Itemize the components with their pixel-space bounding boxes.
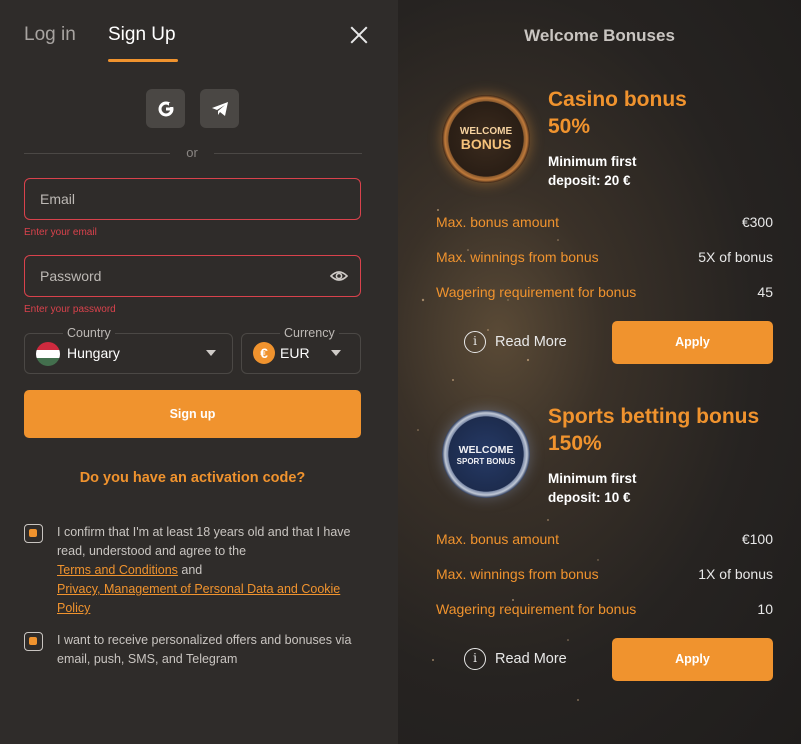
bonus-row: Wagering requirement for bonus 10 [436,601,773,617]
bonus-row-value: 10 [757,601,773,617]
bonus-row-value: 1X of bonus [698,566,773,582]
hungary-flag-icon [36,342,60,366]
casino-bonus-name: Casino bonus [548,88,687,111]
casino-bonus-title: Casino bonus 50% [548,86,687,140]
terms-link[interactable]: Terms and Conditions [57,563,178,577]
coin-text: WELCOME [458,444,514,456]
bonus-row: Max. winnings from bonus 1X of bonus [436,566,773,582]
sport-read-more-button[interactable]: i Read More [464,646,567,672]
offers-consent-checkbox[interactable] [24,632,43,651]
privacy-link[interactable]: Privacy, Management of Personal Data and… [57,582,340,615]
bonus-row-value: 45 [757,284,773,300]
bonus-row-label: Max. winnings from bonus [436,566,599,582]
bonus-row-value: 5X of bonus [698,249,773,265]
consent-and: and [181,563,203,577]
age-consent-label: I confirm that I'm at least 18 years old… [57,525,351,558]
bonus-row: Max. bonus amount €100 [436,531,773,547]
bonus-row-value: €100 [741,531,773,547]
telegram-icon [211,101,228,116]
google-login-button[interactable] [146,89,185,128]
telegram-login-button[interactable] [200,89,239,128]
tab-signup[interactable]: Sign Up [108,24,176,46]
bonuses-title: Welcome Bonuses [524,26,675,45]
sport-apply-button[interactable]: Apply [612,638,773,681]
bonus-row-value: €300 [741,214,773,230]
password-error: Enter your password [24,304,116,315]
casino-bonus-deposit: Minimum first deposit: 20 € [548,152,637,190]
password-field-wrapper [24,255,361,297]
read-more-label: Read More [495,651,567,667]
chevron-down-icon [206,350,216,356]
bonus-row-label: Max. bonus amount [436,531,559,547]
sport-bonus-title: Sports betting bonus 150% [548,403,759,457]
currency-select[interactable]: Currency € EUR [241,326,361,374]
signup-button[interactable]: Sign up [24,390,361,438]
auth-panel: Log in Sign Up or Enter your email Enter… [0,0,398,744]
bonus-row-label: Wagering requirement for bonus [436,601,637,617]
casino-apply-button[interactable]: Apply [612,321,773,364]
sport-bonus-name: Sports betting bonus [548,405,760,428]
euro-icon: € [253,342,275,364]
email-error: Enter your email [24,227,97,238]
offers-consent-text: I want to receive personalized offers an… [57,633,352,666]
casino-read-more-button[interactable]: i Read More [464,329,567,355]
bonus-row: Max. bonus amount €300 [436,214,773,230]
email-field-wrapper [24,178,361,220]
activation-code-link[interactable]: Do you have an activation code? [24,470,361,486]
password-input[interactable] [25,256,360,296]
divider-left [24,153,170,154]
currency-value: EUR [280,345,310,361]
deposit-line: deposit: 20 € [548,173,631,188]
close-icon[interactable] [347,23,371,47]
casino-bonus-percent: 50% [548,115,591,138]
country-value: Hungary [67,345,120,361]
bonus-row: Max. winnings from bonus 5X of bonus [436,249,773,265]
bonus-row-label: Max. bonus amount [436,214,559,230]
sport-bonus-deposit: Minimum first deposit: 10 € [548,469,637,507]
active-tab-indicator [108,59,178,62]
country-legend: Country [63,326,115,340]
coin-text: BONUS [460,136,512,152]
deposit-line: Minimum first [548,154,637,169]
bonus-row-label: Wagering requirement for bonus [436,284,637,300]
deposit-line: deposit: 10 € [548,490,631,505]
country-select[interactable]: Country Hungary [24,326,233,374]
google-icon [158,101,173,116]
bonus-row: Wagering requirement for bonus 45 [436,284,773,300]
sport-bonus-percent: 150% [548,432,602,455]
email-input[interactable] [25,179,360,219]
eye-icon[interactable] [330,268,348,284]
info-icon: i [464,331,486,353]
bonuses-panel: Welcome Bonuses WELCOME BONUS Casino bon… [398,0,801,744]
age-consent-text: I confirm that I'm at least 18 years old… [57,523,362,618]
sport-bonus-coin: WELCOME SPORT BONUS [442,410,530,498]
currency-legend: Currency [280,326,339,340]
deposit-line: Minimum first [548,471,637,486]
age-consent-checkbox[interactable] [24,524,43,543]
bonus-row-label: Max. winnings from bonus [436,249,599,265]
read-more-label: Read More [495,334,567,350]
coin-text: SPORT BONUS [456,457,516,466]
divider-or: or [186,145,198,160]
chevron-down-icon [331,350,341,356]
info-icon: i [464,648,486,670]
tab-login[interactable]: Log in [24,24,76,46]
divider-right [214,153,362,154]
casino-bonus-coin: WELCOME BONUS [442,95,530,183]
